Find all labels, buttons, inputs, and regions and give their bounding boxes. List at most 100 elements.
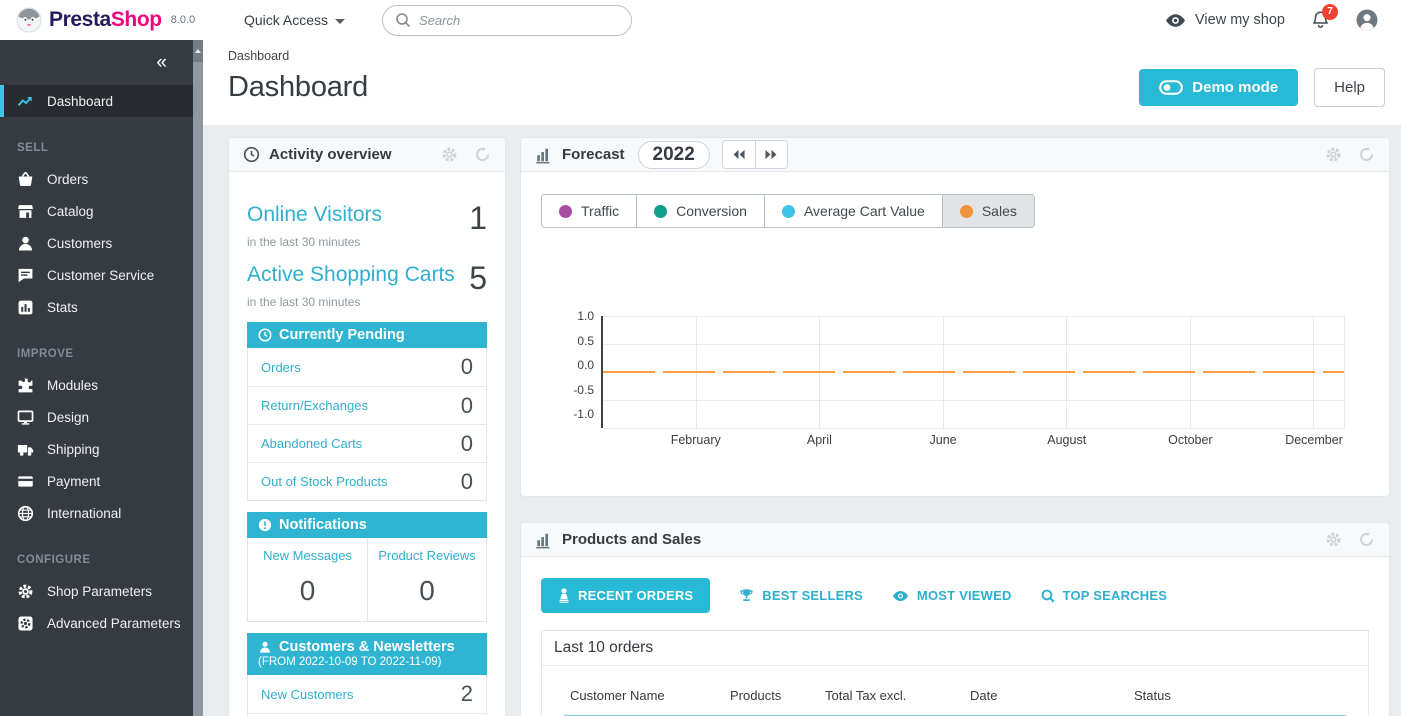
tab-best-sellers[interactable]: BEST SELLERS bbox=[739, 588, 863, 603]
table-row: Return/Exchanges 0 bbox=[248, 386, 486, 424]
gear-icon bbox=[17, 583, 34, 600]
gear-icon[interactable] bbox=[1325, 531, 1342, 548]
tab-most-viewed[interactable]: MOST VIEWED bbox=[892, 588, 1012, 603]
tab-average-cart-value[interactable]: Average Cart Value bbox=[764, 195, 942, 227]
pending-returns-link[interactable]: Return/Exchanges bbox=[261, 398, 368, 413]
sidebar-item-design[interactable]: Design bbox=[0, 401, 193, 433]
notifications-bell[interactable]: 7 bbox=[1311, 10, 1330, 31]
tab-recent-orders[interactable]: RECENT ORDERS bbox=[541, 578, 710, 613]
online-visitors-link[interactable]: Online Visitors bbox=[247, 202, 382, 227]
sidebar-item-label: Dashboard bbox=[47, 94, 113, 109]
pending-orders-link[interactable]: Orders bbox=[261, 360, 301, 375]
breadcrumb[interactable]: Dashboard bbox=[228, 49, 1385, 63]
previous-year-button[interactable] bbox=[723, 141, 755, 168]
products-panel-header: Products and Sales bbox=[521, 523, 1389, 557]
demo-mode-button[interactable]: Demo mode bbox=[1139, 69, 1298, 106]
sidebar-collapse-row: « bbox=[0, 40, 193, 85]
out-of-stock-value: 0 bbox=[461, 469, 473, 495]
sidebar-item-stats[interactable]: Stats bbox=[0, 291, 193, 323]
tab-traffic[interactable]: Traffic bbox=[542, 195, 636, 227]
activity-panel-header: Activity overview bbox=[229, 138, 505, 172]
x-axis-labels: February April June August October Decem… bbox=[603, 433, 1345, 447]
sidebar-item-customer-service[interactable]: Customer Service bbox=[0, 259, 193, 291]
gear-square-icon bbox=[17, 615, 34, 632]
sidebar-item-shipping[interactable]: Shipping bbox=[0, 433, 193, 465]
out-of-stock-link[interactable]: Out of Stock Products bbox=[261, 474, 387, 489]
help-button[interactable]: Help bbox=[1314, 68, 1385, 107]
sidebar-section-sell: SELL Orders Catalog Customers Customer S… bbox=[0, 142, 193, 323]
year-pill: 2022 bbox=[638, 141, 710, 169]
app-shell: « Dashboard SELL Orders Catalog bbox=[0, 40, 1401, 716]
activity-overview-panel: Activity overview Online Visitors 1 bbox=[228, 137, 506, 716]
tab-top-searches[interactable]: TOP SEARCHES bbox=[1041, 588, 1168, 603]
refresh-icon[interactable] bbox=[1358, 531, 1375, 548]
orders-table-title: Last 10 orders bbox=[542, 631, 1368, 666]
toggle-icon bbox=[1159, 80, 1183, 95]
currently-pending-header: Currently Pending bbox=[247, 322, 487, 348]
sidebar-item-advanced-parameters[interactable]: Advanced Parameters bbox=[0, 607, 193, 639]
store-icon bbox=[17, 203, 34, 220]
sales-series-line bbox=[603, 371, 1344, 373]
abandoned-carts-link[interactable]: Abandoned Carts bbox=[261, 436, 362, 451]
product-reviews-link[interactable]: Product Reviews bbox=[372, 548, 482, 563]
eye-icon bbox=[1165, 13, 1186, 28]
search-icon bbox=[395, 12, 411, 28]
new-messages-link[interactable]: New Messages bbox=[252, 548, 363, 563]
quick-access-dropdown[interactable]: Quick Access bbox=[244, 12, 345, 28]
panel-title: Activity overview bbox=[269, 146, 392, 163]
sidebar-item-orders[interactable]: Orders bbox=[0, 163, 193, 195]
puzzle-icon bbox=[17, 377, 34, 394]
exclamation-circle-icon bbox=[258, 518, 272, 532]
sidebar-item-modules[interactable]: Modules bbox=[0, 369, 193, 401]
sidebar-collapse-icon[interactable]: « bbox=[156, 53, 167, 72]
year-navigation bbox=[722, 140, 788, 169]
search-input[interactable] bbox=[419, 13, 619, 28]
refresh-icon[interactable] bbox=[1358, 146, 1375, 163]
prestashop-admin: PrestaShop 8.0.0 Quick Access View my sh… bbox=[0, 0, 1401, 716]
global-search[interactable] bbox=[382, 5, 632, 36]
page-header: Dashboard Dashboard Demo mode Help bbox=[203, 40, 1401, 125]
traffic-dot-icon bbox=[559, 205, 572, 218]
new-customers-link[interactable]: New Customers bbox=[261, 687, 353, 702]
scrollbar-up-button[interactable] bbox=[193, 40, 203, 62]
panel-title: Products and Sales bbox=[562, 531, 701, 548]
gear-icon[interactable] bbox=[1325, 146, 1342, 163]
forecast-panel: Forecast 2022 bbox=[520, 137, 1390, 497]
column-header: Status bbox=[1134, 688, 1346, 703]
sidebar-item-international[interactable]: International bbox=[0, 497, 193, 529]
sidebar-scrollbar[interactable] bbox=[193, 40, 203, 716]
forecast-metric-tabs: Traffic Conversion Average Cart Value bbox=[541, 194, 1035, 228]
user-avatar[interactable] bbox=[1356, 9, 1378, 31]
plot-area bbox=[601, 316, 1345, 428]
topbar: PrestaShop 8.0.0 Quick Access View my sh… bbox=[0, 0, 1401, 40]
section-title: CONFIGURE bbox=[17, 554, 193, 566]
prestashop-logo[interactable]: PrestaShop 8.0.0 bbox=[16, 7, 228, 33]
tab-sales[interactable]: Sales bbox=[942, 195, 1034, 227]
products-tabs: RECENT ORDERS BEST SELLERS MOST VIEWED bbox=[541, 578, 1369, 613]
tab-conversion[interactable]: Conversion bbox=[636, 195, 764, 227]
sidebar-item-catalog[interactable]: Catalog bbox=[0, 195, 193, 227]
trending-up-icon bbox=[17, 93, 34, 110]
basket-icon bbox=[17, 171, 34, 188]
view-my-shop-link[interactable]: View my shop bbox=[1165, 12, 1285, 28]
sidebar-item-dashboard[interactable]: Dashboard bbox=[0, 85, 193, 117]
version-label: 8.0.0 bbox=[171, 14, 195, 26]
panel-title: Forecast bbox=[562, 146, 625, 163]
bar-chart-icon bbox=[535, 146, 553, 164]
sidebar-section-configure: CONFIGURE Shop Parameters Advanced Param… bbox=[0, 554, 193, 639]
customers-newsletters-header: Customers & Newsletters (FROM 2022-10-09… bbox=[247, 633, 487, 675]
gear-icon[interactable] bbox=[441, 146, 458, 163]
active-carts-sublabel: in the last 30 minutes bbox=[247, 295, 487, 309]
new-messages-cell: New Messages 0 bbox=[248, 538, 367, 621]
next-year-button[interactable] bbox=[755, 141, 787, 168]
sidebar-item-customers[interactable]: Customers bbox=[0, 227, 193, 259]
active-carts-link[interactable]: Active Shopping Carts bbox=[247, 262, 455, 287]
sidebar-item-payment[interactable]: Payment bbox=[0, 465, 193, 497]
sidebar-item-shop-parameters[interactable]: Shop Parameters bbox=[0, 575, 193, 607]
person-icon bbox=[17, 235, 34, 252]
refresh-icon[interactable] bbox=[474, 146, 491, 163]
demo-mode-label: Demo mode bbox=[1192, 79, 1278, 96]
account-icon bbox=[558, 588, 570, 603]
eye-icon bbox=[892, 590, 909, 602]
truck-icon bbox=[17, 441, 34, 458]
